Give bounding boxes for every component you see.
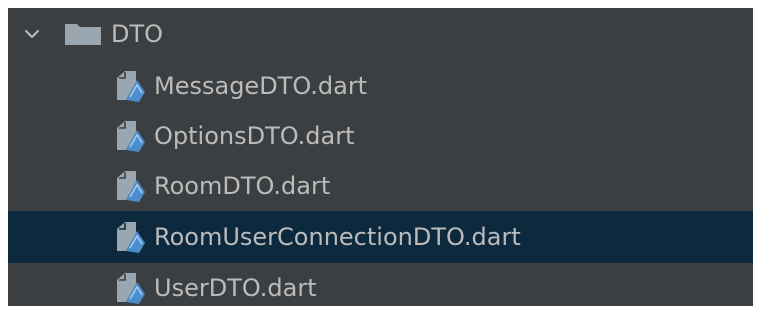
dart-file-icon bbox=[117, 121, 145, 152]
folder-icon bbox=[65, 24, 101, 45]
file-label: MessageDTO.dart bbox=[154, 72, 368, 100]
chevron-down-icon[interactable] bbox=[22, 24, 42, 44]
file-label: OptionsDTO.dart bbox=[154, 122, 355, 150]
project-tree-panel: DTO MessageDTO.dart OptionsDTO.dart Room… bbox=[8, 8, 753, 306]
folder-label: DTO bbox=[111, 20, 164, 48]
tree-file-room-user-connection-dto[interactable]: RoomUserConnectionDTO.dart bbox=[8, 211, 753, 263]
dart-file-icon bbox=[117, 273, 145, 304]
tree-file-message-dto[interactable]: MessageDTO.dart bbox=[8, 60, 753, 112]
dart-file-icon bbox=[117, 71, 145, 102]
file-label: RoomDTO.dart bbox=[154, 172, 331, 200]
file-label: RoomUserConnectionDTO.dart bbox=[154, 223, 521, 251]
dart-file-icon bbox=[117, 171, 145, 202]
tree-file-options-dto[interactable]: OptionsDTO.dart bbox=[8, 110, 753, 162]
tree-folder-dto[interactable]: DTO bbox=[8, 8, 753, 60]
tree-file-room-dto[interactable]: RoomDTO.dart bbox=[8, 160, 753, 212]
tree-file-user-dto[interactable]: UserDTO.dart bbox=[8, 262, 753, 314]
file-label: UserDTO.dart bbox=[154, 274, 317, 302]
dart-file-icon bbox=[117, 222, 145, 253]
